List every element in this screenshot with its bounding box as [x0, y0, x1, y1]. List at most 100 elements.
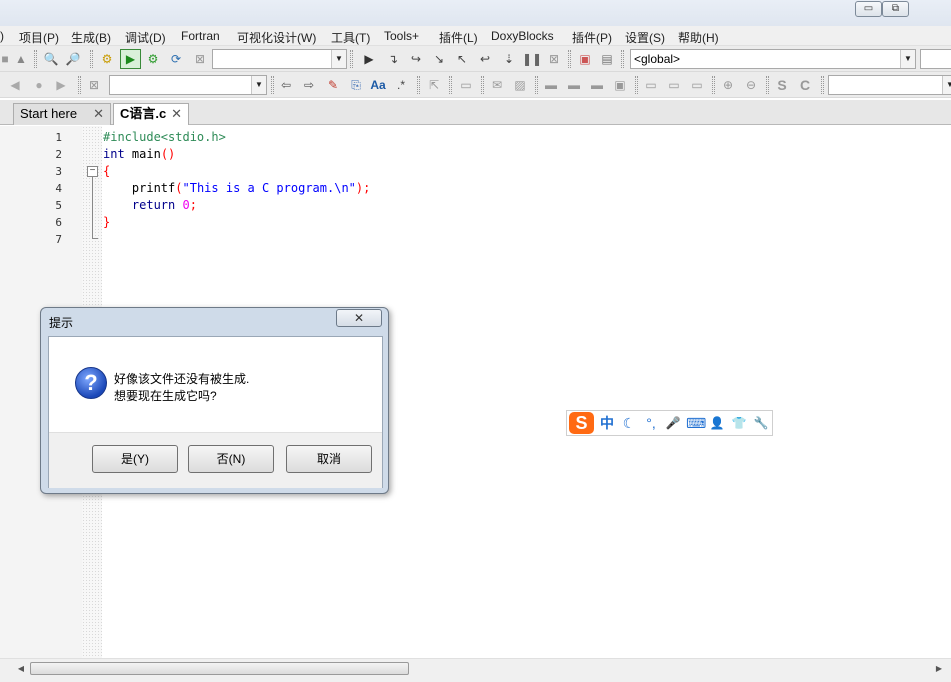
chevron-down-icon[interactable]: ▼ [251, 76, 266, 94]
code-line[interactable]: return 0; [103, 198, 197, 212]
find-icon[interactable]: 🔍 [42, 50, 60, 68]
layout-middle-icon[interactable]: ▬ [565, 76, 583, 94]
menu-item-doxyblocks[interactable]: DoxyBlocks [491, 29, 554, 43]
pointer-icon[interactable]: ⇱ [425, 76, 443, 94]
search-forward-icon[interactable]: ⇨ [300, 76, 318, 94]
s-icon[interactable]: S [773, 76, 791, 94]
scope-combo[interactable]: <global> ▼ [630, 49, 916, 69]
step-out-icon[interactable]: ↖ [453, 50, 471, 68]
image-icon[interactable]: ▨ [511, 76, 529, 94]
abort-icon[interactable]: ⊠ [191, 50, 209, 68]
search-combo[interactable]: ▼ [109, 75, 267, 95]
microphone-icon[interactable]: 🎤 [664, 414, 682, 432]
new-file-icon[interactable]: ▲ [12, 50, 30, 68]
toolbar-grip[interactable] [712, 76, 715, 94]
code-line[interactable]: { [103, 164, 110, 178]
c-icon[interactable]: C [796, 76, 814, 94]
menu-item-visual-design[interactable]: 可视化设计(W) [237, 29, 316, 46]
breakpoint-icon[interactable]: ● [30, 76, 48, 94]
toolbar-grip[interactable] [271, 76, 274, 94]
build-icon[interactable]: ⚙ [98, 50, 116, 68]
regex-icon[interactable]: .* [392, 76, 410, 94]
debug-windows-icon[interactable]: ▣ [576, 50, 594, 68]
horizontal-scrollbar[interactable]: ◀ ▶ [0, 658, 951, 682]
run-to-cursor-icon[interactable]: ↴ [384, 50, 402, 68]
toolbar-grip[interactable] [34, 50, 37, 68]
tab-c-file[interactable]: C语言.c ✕ [113, 103, 189, 125]
scroll-thumb[interactable] [30, 662, 409, 675]
punctuation-icon[interactable]: °, [642, 414, 660, 432]
rectangle-icon[interactable]: ▭ [457, 76, 475, 94]
toolbar-grip[interactable] [535, 76, 538, 94]
symbol-combo[interactable] [920, 49, 951, 69]
chevron-down-icon[interactable]: ▼ [331, 50, 346, 68]
close-icon[interactable]: ✕ [93, 104, 104, 124]
menu-item-tools-plus[interactable]: Tools+ [384, 29, 419, 43]
menu-item-help[interactable]: 帮助(H) [678, 29, 719, 46]
toolbar-grip[interactable] [481, 76, 484, 94]
menu-item-debug[interactable]: 调试(D) [125, 29, 166, 46]
menu-item-settings[interactable]: 设置(S) [625, 29, 665, 46]
bookmark-next-icon[interactable]: ▶ [52, 76, 70, 94]
build-target-combo[interactable]: ▼ [212, 49, 347, 69]
highlight-icon[interactable]: ✎ [324, 76, 342, 94]
selected-text-icon[interactable]: ⎘ [347, 76, 365, 94]
layout-top-icon[interactable]: ▬ [542, 76, 560, 94]
toolbar-grip[interactable] [568, 50, 571, 68]
next-line-icon[interactable]: ↪ [407, 50, 425, 68]
code-line[interactable]: printf("This is a C program.\n"); [103, 181, 370, 195]
fold-toggle-icon[interactable]: − [87, 166, 98, 177]
build-run-icon[interactable]: ⚙ [144, 50, 162, 68]
menu-item-truncated[interactable]: ) [0, 29, 4, 43]
minimize-button[interactable]: ▭ [855, 1, 882, 17]
frame-1-icon[interactable]: ▭ [642, 76, 660, 94]
ime-mode-toggle[interactable]: 中 [598, 414, 616, 432]
menu-item-tools[interactable]: 工具(T) [331, 29, 370, 46]
restore-button[interactable]: ⧉ [882, 1, 909, 17]
toolbar-grip[interactable] [90, 50, 93, 68]
moon-icon[interactable]: ☾ [620, 414, 638, 432]
frame-2-icon[interactable]: ▭ [665, 76, 683, 94]
layout-full-icon[interactable]: ▣ [611, 76, 629, 94]
code-line[interactable]: } [103, 215, 110, 229]
next-instruction-icon[interactable]: ↩ [476, 50, 494, 68]
scroll-right-icon[interactable]: ▶ [932, 662, 946, 676]
chevron-down-icon[interactable]: ▼ [942, 76, 951, 94]
user-icon[interactable]: 👤 [708, 414, 726, 432]
toolbar-grip[interactable] [449, 76, 452, 94]
replace-icon[interactable]: 🔎 [64, 50, 82, 68]
menu-item-plugins-p[interactable]: 插件(P) [572, 29, 612, 46]
step-instruction-icon[interactable]: ⇣ [500, 50, 518, 68]
menu-item-project[interactable]: 项目(P) [19, 29, 59, 46]
match-case-icon[interactable]: Aa [369, 76, 387, 94]
pause-icon[interactable]: ❚❚ [522, 50, 542, 68]
cancel-button[interactable]: 取消 [286, 445, 372, 473]
toolbar-grip[interactable] [417, 76, 420, 94]
sogou-logo-icon[interactable]: S [569, 412, 594, 434]
step-into-icon[interactable]: ↘ [430, 50, 448, 68]
skin-icon[interactable]: 👕 [730, 414, 748, 432]
menu-item-plugins-l[interactable]: 插件(L) [439, 29, 478, 46]
run-icon[interactable]: ▶ [120, 49, 141, 69]
toolbar-grip[interactable] [766, 76, 769, 94]
toolbar-grip[interactable] [78, 76, 81, 94]
search-back-icon[interactable]: ⇦ [277, 76, 295, 94]
code-line[interactable]: #include<stdio.h> [103, 130, 226, 144]
toolbar-grip[interactable] [350, 50, 353, 68]
tab-start-here[interactable]: Start here ✕ [13, 103, 111, 125]
chevron-down-icon[interactable]: ▼ [900, 50, 915, 68]
debug-icon[interactable]: ▶ [360, 50, 378, 68]
no-button[interactable]: 否(N) [188, 445, 274, 473]
ime-toolbar[interactable]: S 中 ☾ °, 🎤 ⌨ 👤 👕 🔧 [566, 410, 773, 436]
zoom-in-icon[interactable]: ⊕ [719, 76, 737, 94]
info-icon[interactable]: ▤ [598, 50, 616, 68]
close-icon[interactable]: ✕ [171, 104, 182, 124]
stop-debug-icon[interactable]: ⊠ [545, 50, 563, 68]
clear-icon[interactable]: ⊠ [85, 76, 103, 94]
frame-3-icon[interactable]: ▭ [688, 76, 706, 94]
code-line[interactable]: int main() [103, 147, 175, 161]
menu-item-build[interactable]: 生成(B) [71, 29, 111, 46]
symbol-search-combo[interactable]: ▼ [828, 75, 951, 95]
wrench-icon[interactable]: 🔧 [752, 414, 770, 432]
toolbar-grip[interactable] [635, 76, 638, 94]
